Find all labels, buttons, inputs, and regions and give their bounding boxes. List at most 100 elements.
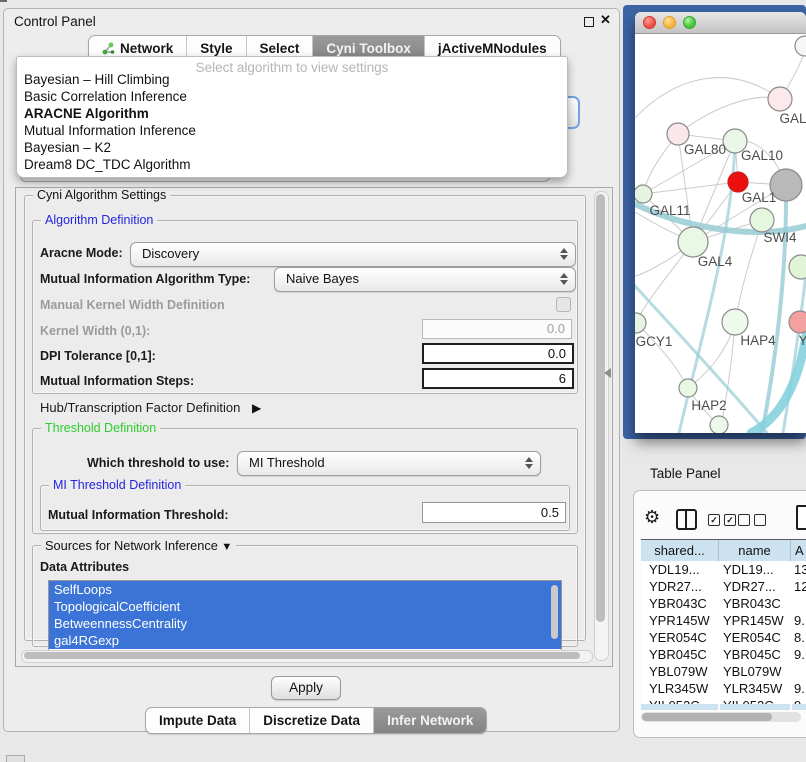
dropdown-item[interactable]: Bayesian – Hill Climbing	[24, 71, 170, 88]
mi-steps-field[interactable]: 6	[422, 368, 574, 389]
kernel-width-label: Kernel Width (0,1):	[40, 324, 150, 338]
tab-impute-data[interactable]: Impute Data	[146, 708, 249, 733]
gear-icon[interactable]: ⚙	[644, 507, 660, 528]
node-pink-right	[789, 311, 806, 333]
which-threshold-combobox[interactable]: MI Threshold	[237, 451, 541, 476]
dropdown-item[interactable]: Mutual Information Inference	[24, 122, 196, 139]
table-row[interactable]: YBL079W YBL079W	[641, 663, 806, 680]
settings-horizontal-scrollbar[interactable]	[21, 650, 593, 663]
node-label: GAL11	[649, 203, 690, 218]
dropdown-item[interactable]: Bayesian – K2	[24, 139, 111, 156]
dropdown-item[interactable]: Basic Correlation Inference	[24, 88, 187, 105]
list-item[interactable]: SelfLoops	[49, 581, 561, 598]
table-row[interactable]: YER054C YER054C 8.	[641, 629, 806, 646]
deselect-all-icon[interactable]	[738, 514, 766, 526]
group-title: MI Threshold Definition	[49, 478, 185, 492]
list-scrollbar[interactable]	[551, 585, 558, 639]
list-item[interactable]: gal4RGexp	[49, 632, 561, 649]
node-label: GAL80	[684, 142, 726, 157]
table-row[interactable]: YPR145W YPR145W 9.	[641, 612, 806, 629]
column-layout-icon[interactable]	[676, 509, 697, 530]
node-label: HAP2	[691, 398, 726, 413]
tab-infer-network[interactable]: Infer Network	[373, 708, 486, 733]
node-gal1	[728, 172, 748, 192]
settings-vertical-scrollbar[interactable]	[594, 191, 609, 661]
collapse-arrow-icon[interactable]: ▼	[221, 541, 232, 553]
hub-definition-expander[interactable]: Hub/Transcription Factor Definition ▶	[40, 400, 261, 415]
expand-arrow-icon: ▶	[252, 401, 261, 415]
dropdown-item[interactable]: Dream8 DC_TDC Algorithm	[24, 156, 191, 173]
select-all-icon[interactable]: ✓✓	[708, 514, 736, 526]
table-row[interactable]: YLR345W YLR345W 9.	[641, 680, 806, 697]
node-label: GAL10	[741, 148, 783, 163]
kernel-width-field[interactable]: 0.0	[422, 319, 572, 339]
float-window-icon[interactable]	[584, 17, 594, 27]
network-window-frame: GAL GAL80 GAL10 GAL1 GAL11 SWI4 GAL4 GCY…	[623, 5, 806, 439]
node-label: GAL4	[698, 254, 733, 269]
mi-steps-label: Mutual Information Steps:	[40, 374, 194, 388]
splitter-collapse-arrow-icon[interactable]	[604, 368, 611, 378]
table-row[interactable]: YBR045C YBR045C 9.	[641, 646, 806, 663]
zoom-traffic-light-icon[interactable]	[683, 16, 696, 29]
node-partial-bottom	[710, 416, 728, 433]
mi-threshold-field[interactable]: 0.5	[422, 502, 566, 523]
node-gal-partial	[768, 87, 792, 111]
which-threshold-label: Which threshold to use:	[87, 456, 229, 470]
node-hap2	[679, 379, 697, 397]
network-window[interactable]: GAL GAL80 GAL10 GAL1 GAL11 SWI4 GAL4 GCY…	[635, 12, 806, 433]
dpi-tolerance-label: DPI Tolerance [0,1]:	[40, 349, 156, 363]
table-panel-title: Table Panel	[650, 466, 721, 481]
node-label: GCY1	[636, 334, 673, 349]
node-partial-right	[789, 255, 806, 279]
column-header-shared[interactable]: shared...	[641, 540, 719, 562]
node-gal4	[678, 227, 708, 257]
mi-type-label: Mutual Information Algorithm Type:	[40, 272, 250, 286]
bottom-tab-bar: Impute Data Discretize Data Infer Networ…	[145, 707, 487, 734]
list-item[interactable]: BetweennessCentrality	[49, 615, 561, 632]
corner-artifact	[0, 0, 7, 2]
dropdown-item-selected[interactable]: ARACNE Algorithm	[24, 105, 149, 122]
network-canvas[interactable]: GAL GAL80 GAL10 GAL1 GAL11 SWI4 GAL4 GCY…	[635, 34, 806, 433]
tab-discretize-data[interactable]: Discretize Data	[249, 708, 373, 733]
minimized-panel-icon[interactable]	[6, 755, 25, 762]
table-body: YDL19... YDL19... 13 YDR27... YDR27... 1…	[641, 561, 806, 704]
close-icon[interactable]: ✕	[600, 12, 611, 28]
panel-title: Control Panel	[14, 14, 96, 29]
mi-algorithm-type-combobox[interactable]: Naive Bayes	[274, 267, 576, 292]
aracne-mode-combobox[interactable]: Discovery	[130, 242, 576, 267]
column-header-name[interactable]: name	[719, 540, 791, 562]
group-title: Sources for Network Inference ▼	[41, 538, 236, 553]
node-partial-top	[795, 36, 806, 56]
list-item[interactable]: TopologicalCoefficient	[49, 598, 561, 615]
group-title: Threshold Definition	[41, 421, 160, 435]
dpi-tolerance-field[interactable]: 0.0	[422, 343, 574, 364]
node-hap4	[722, 309, 748, 335]
algorithm-dropdown: Select algorithm to view settings Bayesi…	[16, 56, 568, 178]
group-title: Cyni Algorithm Settings	[33, 188, 170, 202]
table-horizontal-scrollbar[interactable]	[641, 712, 801, 722]
node-label: GAL1	[742, 190, 777, 205]
node-swi4	[750, 208, 774, 232]
partial-row-highlight	[720, 704, 790, 710]
apply-button[interactable]: Apply	[271, 676, 341, 700]
manual-kernel-checkbox[interactable]	[556, 297, 571, 312]
combo-arrows-icon	[560, 247, 568, 261]
node-label: SWI4	[763, 230, 796, 245]
table-header-row: shared... name A	[641, 539, 806, 563]
table-row[interactable]: YIL052C YIL052C 9	[641, 697, 806, 704]
table-row[interactable]: YBR043C YBR043C	[641, 595, 806, 612]
minimize-traffic-light-icon[interactable]	[663, 16, 676, 29]
node-gcy1	[635, 313, 646, 333]
data-attributes-label: Data Attributes	[40, 560, 129, 574]
settings-scroll-panel: Cyni Algorithm Settings Algorithm Defini…	[15, 187, 613, 667]
table-row[interactable]: YDR27... YDR27... 12	[641, 578, 806, 595]
node-gal11	[635, 185, 652, 203]
close-traffic-light-icon[interactable]	[643, 16, 656, 29]
node-label: Y	[798, 333, 806, 348]
table-row[interactable]: YDL19... YDL19... 13	[641, 561, 806, 578]
network-window-titlebar[interactable]	[635, 12, 806, 34]
export-table-icon[interactable]	[796, 505, 806, 530]
aracne-mode-label: Aracne Mode:	[40, 246, 123, 260]
column-header-partial[interactable]: A	[791, 540, 806, 562]
manual-kernel-label: Manual Kernel Width Definition	[40, 298, 225, 312]
